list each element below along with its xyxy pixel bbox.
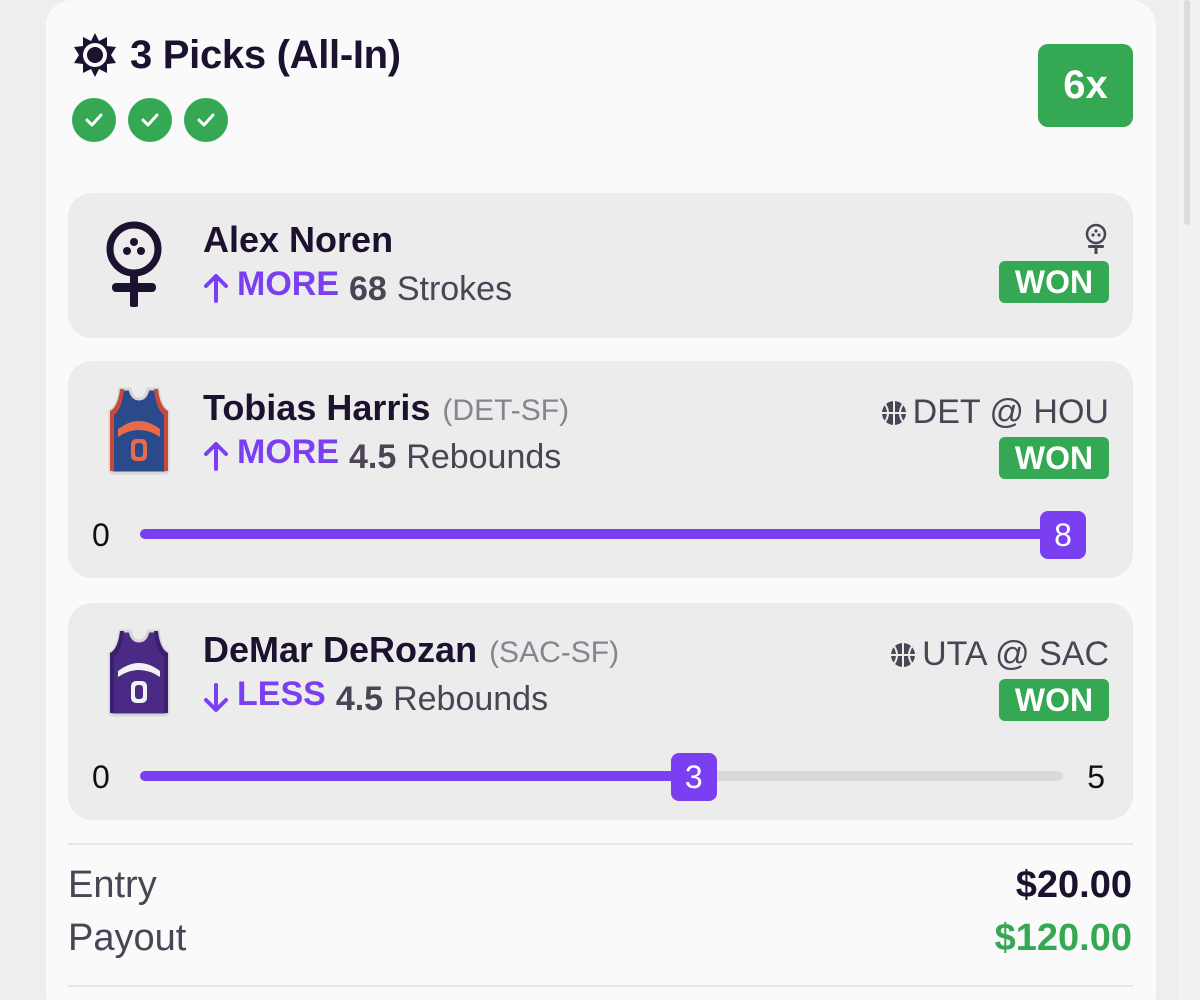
payout-label: Payout — [68, 917, 187, 959]
stat-progress-slider: 0 3 5 — [92, 753, 1109, 801]
entry-header: 3 Picks (All-In) — [70, 30, 401, 80]
all-in-badge-icon — [70, 30, 120, 80]
payout-multiplier-badge: 6x — [1038, 44, 1133, 127]
progress-min-label: 0 — [92, 517, 110, 553]
player-name: Tobias Harris — [203, 387, 431, 428]
entry-card[interactable]: 3 Picks (All-In) 6x Alex Noren MORE 68 S… — [46, 0, 1156, 1000]
result-badge: WON — [999, 261, 1109, 303]
player-name: DeMar DeRozan — [203, 629, 478, 670]
arrow-down-icon — [204, 682, 228, 712]
matchup: DET @ HOU — [879, 393, 1109, 432]
pick-card-alex-noren[interactable]: Alex Noren MORE 68 Strokes WON — [68, 193, 1133, 338]
matchup: UTA @ SAC — [888, 635, 1109, 674]
direction-more: MORE — [203, 265, 339, 304]
player-name: Alex Noren — [203, 219, 394, 260]
matchup-text: DET @ HOU — [912, 393, 1109, 431]
progress-fill — [140, 771, 694, 781]
arrow-up-icon — [204, 273, 228, 303]
direction-label: LESS — [237, 675, 326, 713]
stat-type: Strokes — [396, 269, 513, 308]
page-scrollbar-area — [1178, 0, 1200, 1000]
golf-ball-avatar-icon — [104, 217, 174, 309]
check-circle-icon — [184, 98, 228, 142]
entry-amount: $20.00 — [1015, 864, 1132, 906]
player-name-line: DeMar DeRozan (SAC-SF) — [203, 629, 619, 671]
projection-line: MORE 68 Strokes — [203, 265, 512, 309]
entry-title: 3 Picks (All-In) — [130, 32, 401, 77]
projection-line: LESS 4.5 Rebounds — [203, 675, 548, 719]
summary-divider-bottom — [68, 985, 1133, 987]
progress-min-label: 0 — [92, 759, 110, 795]
payout-amount: $120.00 — [994, 917, 1132, 959]
stat-type: Rebounds — [406, 437, 562, 476]
golf-tee-icon — [1085, 223, 1107, 254]
player-team: (DET-SF) — [442, 394, 570, 427]
progress-current-value: 3 — [670, 753, 717, 801]
line-value: 4.5 — [335, 679, 384, 718]
scrollbar-thumb[interactable] — [1184, 0, 1190, 225]
direction-label: MORE — [237, 265, 339, 303]
entry-label: Entry — [68, 864, 157, 906]
line-value: 68 — [349, 269, 387, 308]
jersey-avatar-icon — [104, 385, 174, 477]
summary-divider — [68, 843, 1133, 845]
stat-type: Rebounds — [393, 679, 549, 718]
check-circle-icon — [72, 98, 116, 142]
progress-track: 3 — [140, 753, 1063, 801]
player-name-line: Alex Noren — [203, 219, 393, 261]
player-team: (SAC-SF) — [489, 636, 620, 669]
basketball-icon — [881, 400, 906, 425]
progress-fill — [140, 529, 1063, 539]
matchup-text: UTA @ SAC — [922, 635, 1109, 673]
stat-progress-slider: 0 8 — [92, 511, 1109, 559]
result-badge: WON — [999, 437, 1109, 479]
projection-line: MORE 4.5 Rebounds — [203, 433, 561, 477]
basketball-icon — [891, 642, 916, 667]
jersey-avatar-icon — [104, 627, 174, 719]
player-name-line: Tobias Harris (DET-SF) — [203, 387, 569, 429]
pick-card-demar-derozan[interactable]: DeMar DeRozan (SAC-SF) LESS 4.5 Rebounds… — [68, 603, 1133, 820]
line-value: 4.5 — [349, 437, 397, 476]
direction-less: LESS — [203, 675, 326, 714]
direction-label: MORE — [237, 433, 339, 471]
result-badge: WON — [999, 679, 1109, 721]
check-circle-icon — [128, 98, 172, 142]
progress-track: 8 — [140, 511, 1086, 559]
pick-status-checks — [72, 98, 228, 142]
arrow-up-icon — [204, 441, 228, 471]
progress-current-value: 8 — [1040, 511, 1086, 559]
progress-max-label: 5 — [1087, 759, 1105, 795]
sport-indicator — [1083, 223, 1109, 255]
pick-card-tobias-harris[interactable]: Tobias Harris (DET-SF) MORE 4.5 Rebounds… — [68, 361, 1133, 578]
direction-more: MORE — [203, 433, 339, 472]
